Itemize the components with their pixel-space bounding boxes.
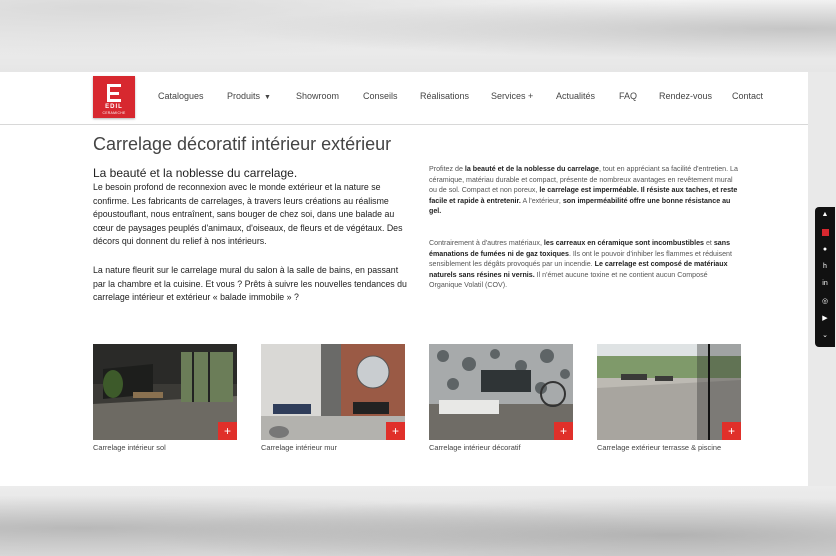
card-caption[interactable]: Carrelage intérieur décoratif bbox=[429, 443, 573, 452]
card-interieur-decoratif[interactable]: + Carrelage intérieur décoratif bbox=[429, 344, 573, 452]
nav-label: Conseils bbox=[363, 91, 398, 101]
card-image-interior-decorative[interactable]: + bbox=[429, 344, 573, 440]
text-segment: Contrairement à d'autres matériaux, bbox=[429, 239, 544, 247]
plus-button[interactable]: + bbox=[386, 422, 405, 440]
nav-label: Contact bbox=[732, 91, 764, 101]
card-caption[interactable]: Carrelage intérieur sol bbox=[93, 443, 237, 452]
bold-text-segment: les carreaux en céramique sont incombust… bbox=[543, 239, 704, 247]
instagram-icon[interactable]: ◎ bbox=[815, 297, 835, 305]
nav-label: FAQ bbox=[619, 91, 638, 101]
nav-conseils[interactable]: Conseils bbox=[363, 91, 398, 101]
nav-label: Showroom bbox=[296, 91, 340, 101]
bold-text-segment: la beauté et de la noblesse du carrelage bbox=[464, 165, 599, 173]
nav-label: Rendez-vous bbox=[659, 91, 713, 101]
facebook-icon[interactable]: ● bbox=[815, 246, 835, 253]
text-segment: et bbox=[704, 239, 714, 247]
social-sidebar: ▲ ● h in ◎ ▶ ⌄ bbox=[815, 207, 835, 347]
logo-tagline: CERAMICHE bbox=[102, 111, 126, 115]
logo-e-mark-icon bbox=[107, 84, 121, 102]
card-image-exterior-terrace[interactable]: + bbox=[597, 344, 741, 440]
background-blur-bottom bbox=[0, 486, 836, 556]
nav-label: Services + bbox=[491, 91, 534, 101]
card-caption[interactable]: Carrelage extérieur terrasse & piscine bbox=[597, 443, 741, 452]
lead-heading: La beauté et la noblesse du carrelage. bbox=[93, 166, 298, 180]
nav-label: Réalisations bbox=[420, 91, 470, 101]
card-caption[interactable]: Carrelage intérieur mur bbox=[261, 443, 405, 452]
nav-realisations[interactable]: Réalisations bbox=[420, 91, 469, 101]
right-paragraph-2: Contrairement à d'autres matériaux, les … bbox=[429, 238, 741, 291]
youtube-icon[interactable]: ▶ bbox=[815, 314, 835, 322]
web-page: EDIL CERAMICHE Catalogues Produits ▼ Show… bbox=[0, 72, 808, 486]
lead-paragraph-2: La nature fleurit sur le carrelage mural… bbox=[93, 265, 407, 302]
arrow-up-icon[interactable]: ▲ bbox=[815, 211, 835, 218]
nav-contact[interactable]: Contact bbox=[732, 91, 763, 101]
plus-button[interactable]: + bbox=[554, 422, 573, 440]
nav-services[interactable]: Services + bbox=[491, 91, 533, 101]
caret-down-icon: ▼ bbox=[264, 94, 271, 101]
card-image-interior-floor[interactable]: + bbox=[93, 344, 237, 440]
text-segment: A l'extérieur, bbox=[520, 196, 563, 205]
nav-showroom[interactable]: Showroom bbox=[296, 91, 339, 101]
nav-produits[interactable]: Produits ▼ bbox=[227, 91, 271, 101]
logo-brand-name: EDIL bbox=[105, 104, 123, 110]
nav-label: Produits bbox=[227, 91, 261, 101]
chevron-down-icon[interactable]: ⌄ bbox=[815, 331, 835, 339]
edil-logo[interactable]: EDIL CERAMICHE bbox=[93, 76, 135, 118]
card-interieur-mur[interactable]: + Carrelage intérieur mur bbox=[261, 344, 405, 452]
plus-button[interactable]: + bbox=[218, 422, 237, 440]
nav-rendez-vous[interactable]: Rendez-vous bbox=[659, 91, 712, 101]
background-blur-top bbox=[0, 0, 836, 72]
plus-button[interactable]: + bbox=[722, 422, 741, 440]
card-exterieur-terrasse-piscine[interactable]: + Carrelage extérieur terrasse & piscine bbox=[597, 344, 741, 452]
houzz-icon[interactable]: h bbox=[815, 263, 835, 270]
nav-faq[interactable]: FAQ bbox=[619, 91, 637, 101]
nav-catalogues[interactable]: Catalogues bbox=[158, 91, 204, 101]
right-paragraph-1: Profitez de la beauté et de la noblesse … bbox=[429, 164, 741, 217]
interior-floor-photo bbox=[93, 344, 237, 440]
linkedin-icon[interactable]: in bbox=[815, 280, 835, 287]
card-interieur-sol[interactable]: + Carrelage intérieur sol bbox=[93, 344, 237, 452]
page-title: Carrelage décoratif intérieur extérieur bbox=[93, 134, 392, 154]
interior-decorative-photo bbox=[429, 344, 573, 440]
interior-wall-photo bbox=[261, 344, 405, 440]
text-segment: Profitez de bbox=[429, 165, 465, 173]
card-image-interior-wall[interactable]: + bbox=[261, 344, 405, 440]
site-header: EDIL CERAMICHE Catalogues Produits ▼ Show… bbox=[0, 72, 808, 125]
red-square-icon[interactable] bbox=[815, 229, 835, 238]
lead-paragraph-1: Le besoin profond de reconnexion avec le… bbox=[93, 182, 403, 246]
nav-label: Actualités bbox=[556, 91, 596, 101]
nav-label: Catalogues bbox=[158, 91, 204, 101]
nav-actualites[interactable]: Actualités bbox=[556, 91, 595, 101]
exterior-terrace-photo bbox=[597, 344, 741, 440]
